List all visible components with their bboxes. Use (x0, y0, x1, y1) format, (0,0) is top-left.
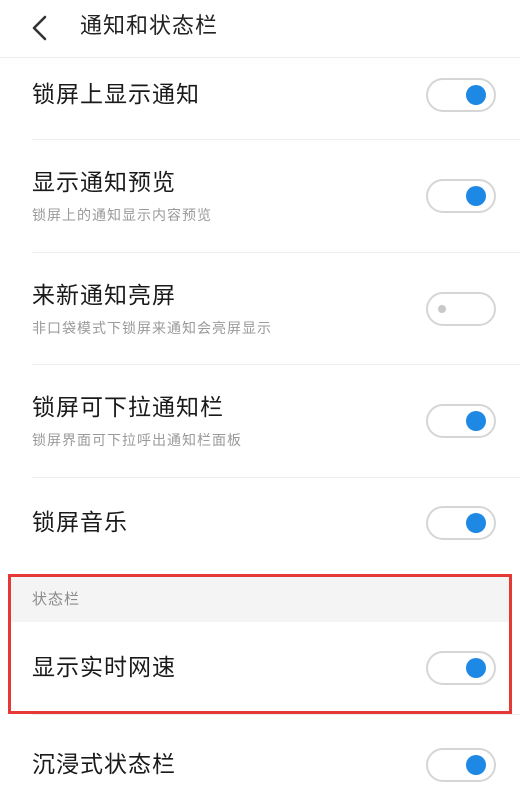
toggle-knob (466, 85, 486, 105)
section-header-status-bar: 状态栏 (10, 576, 510, 622)
page-title: 通知和状态栏 (80, 14, 219, 39)
toggle-knob (466, 755, 486, 775)
setting-title: 沉浸式状态栏 (32, 752, 176, 778)
divider (32, 714, 520, 715)
setting-title: 显示通知预览 (32, 170, 176, 196)
setting-row-immersive-status-bar[interactable]: 沉浸式状态栏 (0, 714, 520, 797)
setting-title: 锁屏可下拉通知栏 (32, 395, 224, 421)
toggle-knob (466, 186, 486, 206)
lockscreen-pulldown-toggle[interactable] (426, 404, 496, 438)
setting-title: 来新通知亮屏 (32, 283, 176, 309)
setting-subtitle: 锁屏界面可下拉呼出通知栏面板 (32, 433, 242, 449)
toggle-knob (466, 411, 486, 431)
setting-row-realtime-network-speed[interactable]: 显示实时网速 (0, 622, 520, 714)
realtime-network-speed-toggle[interactable] (426, 651, 496, 685)
notification-preview-toggle[interactable] (426, 179, 496, 213)
immersive-status-bar-toggle[interactable] (426, 748, 496, 782)
setting-row-wake-on-notification[interactable]: 来新通知亮屏 非口袋模式下锁屏来通知会亮屏显示 (0, 253, 520, 365)
setting-title: 锁屏音乐 (32, 510, 128, 536)
setting-row-lockscreen-music[interactable]: 锁屏音乐 (0, 478, 520, 576)
setting-subtitle: 非口袋模式下锁屏来通知会亮屏显示 (32, 321, 272, 337)
toggle-knob (466, 513, 486, 533)
lockscreen-notifications-toggle[interactable] (426, 78, 496, 112)
setting-row-lockscreen-notifications[interactable]: 锁屏上显示通知 (0, 58, 520, 140)
setting-row-notification-preview[interactable]: 显示通知预览 锁屏上的通知显示内容预览 (0, 140, 520, 253)
toggle-knob (438, 305, 446, 313)
wake-on-notification-toggle[interactable] (426, 292, 496, 326)
setting-title: 显示实时网速 (32, 655, 176, 681)
lockscreen-music-toggle[interactable] (426, 506, 496, 540)
toggle-knob (466, 658, 486, 678)
chevron-left-icon[interactable] (22, 10, 58, 46)
setting-row-lockscreen-pulldown[interactable]: 锁屏可下拉通知栏 锁屏界面可下拉呼出通知栏面板 (0, 365, 520, 478)
section-label: 状态栏 (32, 590, 81, 608)
app-header: 通知和状态栏 (0, 0, 520, 58)
setting-title: 锁屏上显示通知 (32, 82, 200, 108)
setting-subtitle: 锁屏上的通知显示内容预览 (32, 208, 212, 224)
